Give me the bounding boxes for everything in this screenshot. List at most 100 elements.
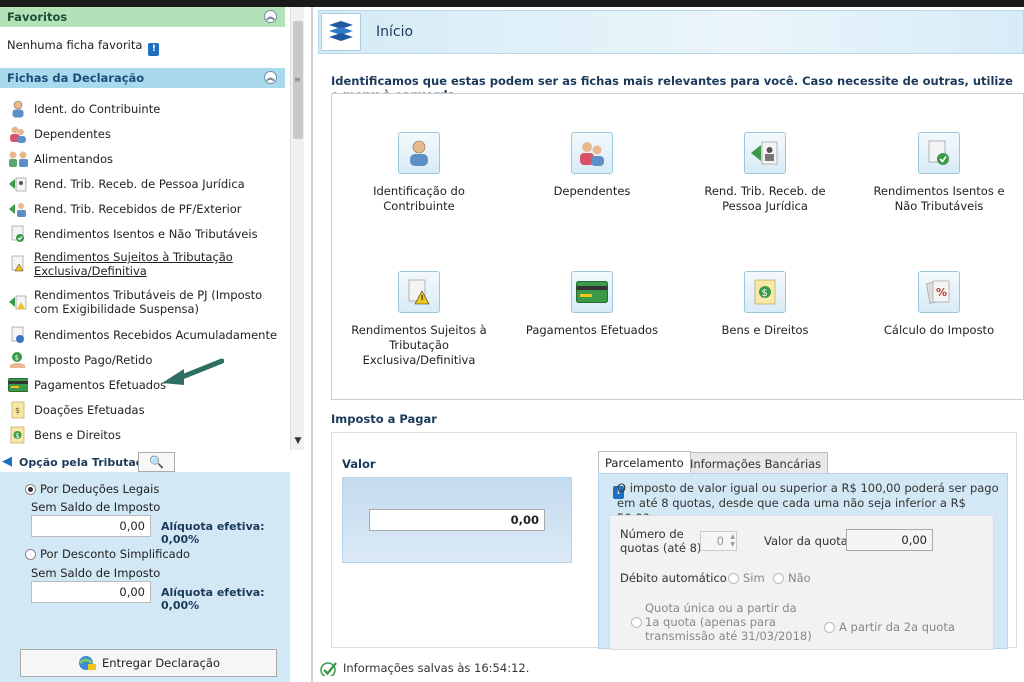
tab-informacoes-bancarias[interactable]: Informações Bancárias: [683, 452, 829, 474]
radio-dot[interactable]: [631, 617, 642, 628]
quota-unica-line: transmissão até 31/03/2018): [645, 629, 812, 643]
person-icon: [8, 100, 28, 118]
sidebar-item-label: Rend. Trib. Receb. de Pessoa Jurídica: [34, 177, 245, 191]
sidebar-item-dependentes[interactable]: Dependentes: [8, 125, 111, 143]
radio-label: A partir da 2a quota: [839, 620, 955, 634]
collapse-favoritos-icon[interactable]: ︽: [264, 10, 277, 23]
dependents-icon: [571, 132, 613, 174]
sidebar-item-pagamentos[interactable]: Pagamentos Efetuados: [8, 376, 166, 394]
card-label: Cálculo do Imposto: [883, 323, 995, 337]
panel-divider[interactable]: [311, 7, 313, 682]
stepper-arrows-icon[interactable]: ▲ ▼: [730, 533, 735, 549]
search-icon: 🔍: [149, 455, 164, 469]
status-text: Informações salvas às 16:54:12.: [343, 661, 530, 675]
entregar-label: Entregar Declaração: [101, 656, 221, 670]
card-calculo[interactable]: % Cálculo do Imposto: [854, 271, 1024, 338]
collapse-fichas-icon[interactable]: ︽: [264, 71, 277, 84]
sidebar-scrollbar[interactable]: ≡ ▼: [290, 7, 304, 450]
tax-calculation-icon: %: [918, 271, 960, 313]
fichas-title: Fichas da Declaração: [7, 71, 145, 85]
sidebar-item-imposto-pago[interactable]: $ Imposto Pago/Retido: [8, 351, 152, 369]
card-dependentes[interactable]: Dependentes: [507, 132, 677, 199]
radio-dot[interactable]: [773, 572, 784, 584]
radio-dot[interactable]: [824, 621, 835, 633]
annotation-arrow-icon: [162, 358, 224, 385]
sidebar-item-label: Rendimentos Sujeitos à Tributação Exclus…: [34, 250, 233, 278]
radio-desconto-simplificado[interactable]: Por Desconto Simplificado: [25, 547, 190, 561]
valor-quota-label: Valor da quota: [764, 534, 848, 548]
sidebar-item-ident-contribuinte[interactable]: Ident. do Contribuinte: [8, 100, 160, 118]
radio-partir-2a-quota[interactable]: A partir da 2a quota: [824, 620, 955, 634]
search-button[interactable]: 🔍: [138, 452, 175, 472]
assets-icon: $: [744, 271, 786, 313]
card-label: Rendimentos Isentos e: [873, 184, 1005, 198]
radio-debito-sim[interactable]: Sim: [728, 571, 765, 585]
sidebar-item-rend-isentos[interactable]: Rendimentos Isentos e Não Tributáveis: [8, 225, 258, 243]
sidebar-item-label: Rendimentos Isentos e Não Tributáveis: [34, 227, 258, 241]
num-quotas-label: Número de quotas (até 8): [620, 527, 701, 555]
tax-paid-icon: $: [8, 351, 28, 369]
card-label: Dependentes: [553, 184, 631, 198]
valor-field: 0,00: [369, 509, 545, 531]
card-label: Tributação: [389, 338, 449, 352]
radio-label: Sim: [743, 571, 765, 585]
favoritos-empty: Nenhuma ficha favorita!: [7, 38, 160, 56]
favoritos-empty-text: Nenhuma ficha favorita: [7, 38, 143, 52]
imposto-title: Imposto a Pagar: [331, 412, 437, 426]
relevant-fichas-panel: Identificação do Contribuinte Dependentes…: [331, 93, 1024, 400]
fichas-header[interactable]: Fichas da Declaração ︽: [0, 68, 285, 88]
valor-panel: 0,00: [342, 477, 572, 563]
card-rend-isentos[interactable]: Rendimentos Isentos e Não Tributáveis: [854, 132, 1024, 214]
card-rend-exclusiva[interactable]: Rendimentos Sujeitos à Tributação Exclusiv…: [334, 271, 504, 368]
info-icon[interactable]: !: [148, 43, 160, 56]
exempt-income-icon: [918, 132, 960, 174]
radio-dot[interactable]: [25, 483, 36, 495]
sidebar-item-doacoes[interactable]: $ Doações Efetuadas: [8, 401, 145, 419]
sidebar-item-rend-pj[interactable]: Rend. Trib. Receb. de Pessoa Jurídica: [8, 175, 245, 193]
radio-debito-nao[interactable]: Não: [773, 571, 811, 585]
suspended-income-icon: [8, 293, 28, 311]
sidebar-item-alimentandos[interactable]: Alimentandos: [8, 150, 113, 168]
entregar-declaracao-button[interactable]: Entregar Declaração: [20, 649, 277, 677]
window-top-bar: [0, 0, 1024, 7]
warning-doc-icon: [8, 255, 28, 273]
quotas-stepper[interactable]: 0 ▲ ▼: [700, 531, 737, 551]
page-header: Início: [318, 10, 1024, 54]
dependents-icon: [8, 125, 28, 143]
exempt-income-icon: [8, 225, 28, 243]
sidebar-item-label: Alimentandos: [34, 152, 113, 166]
income-pj-icon: [8, 175, 28, 193]
sidebar-item-rend-suspensa[interactable]: Rendimentos Tributáveis de PJ (Imposto c…: [8, 288, 274, 316]
quota-unica-label: Quota única ou a partir da 1a quota (apen…: [645, 601, 812, 643]
card-pagamentos[interactable]: Pagamentos Efetuados: [507, 271, 677, 338]
sidebar-item-label: Pagamentos Efetuados: [34, 378, 167, 392]
payment-card-icon: [8, 376, 28, 394]
tributacao-panel: ◀ Opção pela Tributação: 🔍 Por Deduções …: [0, 450, 290, 682]
sidebar-item-bens[interactable]: $ Bens e Direitos: [8, 426, 121, 444]
sidebar-item-rend-pf[interactable]: Rend. Trib. Recebidos de PF/Exterior: [8, 200, 242, 218]
svg-text:$: $: [15, 406, 20, 415]
tab-label: Parcelamento: [605, 456, 684, 470]
quota-unica-line: 1a quota (apenas para: [645, 615, 776, 629]
card-label: Pagamentos Efetuados: [525, 323, 659, 337]
scroll-down-icon[interactable]: ▼: [291, 436, 305, 450]
radio-dot[interactable]: [25, 548, 36, 560]
num-quotas-line: Número de: [620, 527, 684, 541]
radio-deducoes-legais[interactable]: Por Deduções Legais: [25, 482, 159, 496]
radio-dot[interactable]: [728, 572, 739, 584]
back-arrow-icon[interactable]: ◀: [2, 454, 12, 469]
sidebar-item-rend-acumulado[interactable]: Rendimentos Recebidos Acumuladamente: [8, 326, 277, 344]
sidebar-item-label: Dependentes: [34, 127, 111, 141]
card-label: Contribuinte: [383, 199, 455, 213]
card-bens[interactable]: $ Bens e Direitos: [680, 271, 850, 338]
favoritos-header[interactable]: Favoritos ︽: [0, 7, 285, 27]
parcelamento-form: Número de quotas (até 8) 0 ▲ ▼ Valor da quo…: [609, 515, 994, 650]
tab-parcelamento[interactable]: Parcelamento: [598, 451, 691, 473]
sidebar-item-rend-exclusiva[interactable]: Rendimentos Sujeitos à Tributação Exclus…: [8, 250, 234, 278]
sidebar-item-label: Bens e Direitos: [34, 428, 121, 442]
radio-quota-unica[interactable]: [631, 617, 646, 628]
accumulated-income-icon: [8, 326, 28, 344]
card-rend-pj[interactable]: Rend. Trib. Receb. de Pessoa Jurídica: [680, 132, 850, 214]
card-label: Bens e Direitos: [721, 323, 809, 337]
card-identificacao[interactable]: Identificação do Contribuinte: [334, 132, 504, 214]
